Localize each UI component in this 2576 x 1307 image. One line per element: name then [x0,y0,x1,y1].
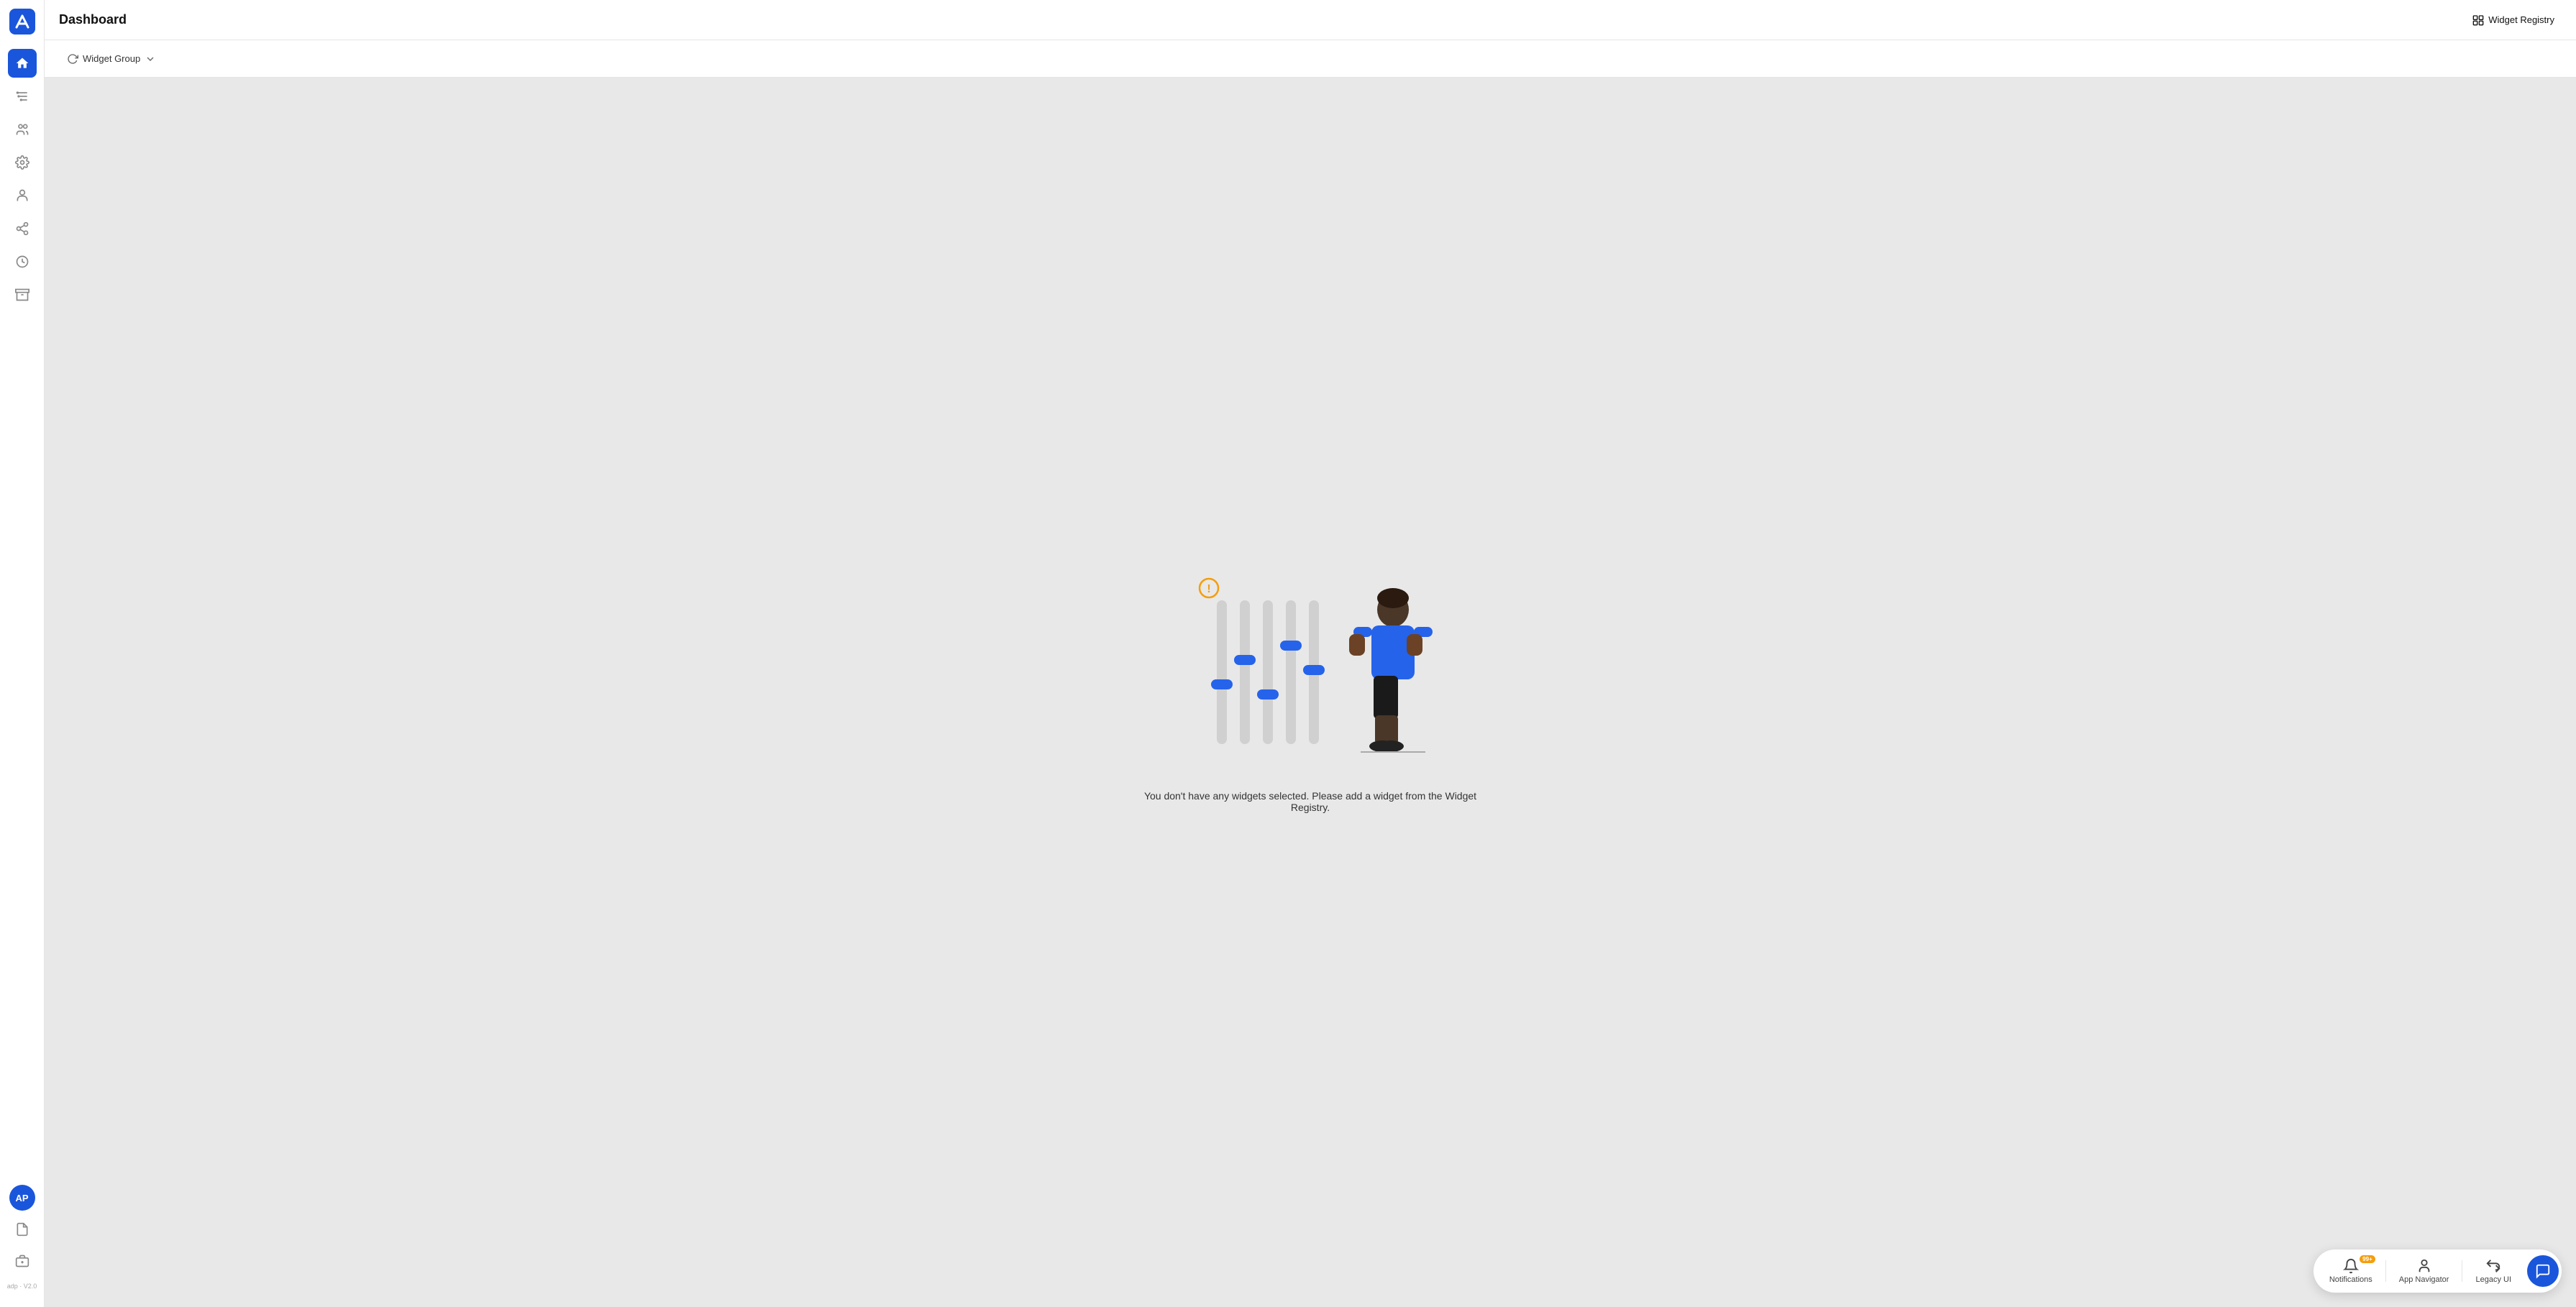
sidebar: AP adp · V2.0 [0,0,45,1307]
sidebar-item-archive[interactable] [8,280,37,309]
chat-icon [2535,1263,2551,1279]
empty-illustration: ! [1188,572,1433,773]
slider-3 [1263,600,1273,744]
slider-5-thumb [1303,665,1325,675]
legacy-ui-label: Legacy UI [2475,1275,2511,1284]
sidebar-item-doc[interactable] [8,1216,37,1242]
sidebar-item-settings[interactable] [8,148,37,177]
svg-text:!: ! [1207,583,1210,595]
arrows-icon [2485,1258,2501,1274]
slider-2-thumb [1234,655,1256,665]
sidebar-item-history[interactable] [8,247,37,276]
notifications-label: Notifications [2329,1275,2372,1284]
avatar[interactable]: AP [9,1185,35,1211]
bottom-bar: 99+ Notifications App Navigator Legacy U… [2314,1249,2562,1293]
warning-icon: ! [1198,577,1220,602]
sidebar-item-share[interactable] [8,214,37,243]
toolbar: Widget Group [45,40,2576,78]
bottom-bar-legacy-ui[interactable]: Legacy UI [2462,1254,2524,1288]
slider-4 [1286,600,1296,744]
chevron-down-icon [145,53,156,65]
version-label: adp · V2.0 [7,1280,37,1293]
app-logo[interactable] [9,9,35,35]
sidebar-item-users[interactable] [8,115,37,144]
sidebar-item-badge[interactable] [8,1248,37,1274]
app-navigator-label: App Navigator [2399,1275,2449,1284]
main-content: Dashboard Widget Registry Widget Group ! [45,0,2576,1307]
slider-3-thumb [1257,689,1279,700]
sidebar-nav [8,49,37,1185]
widget-group-label: Widget Group [83,53,140,64]
sidebar-item-person[interactable] [8,181,37,210]
bottom-bar-app-navigator[interactable]: App Navigator [2386,1254,2462,1288]
sliders-group [1217,586,1319,744]
content-area: ! [45,78,2576,1307]
slider-1-thumb [1211,679,1233,689]
header: Dashboard Widget Registry [45,0,2576,40]
page-title: Dashboard [59,12,127,27]
bottom-bar-notifications[interactable]: 99+ Notifications [2316,1254,2385,1288]
widget-group-button[interactable]: Widget Group [59,48,164,70]
widget-registry-label: Widget Registry [2488,14,2554,25]
sidebar-item-filter[interactable] [8,82,37,111]
empty-state-message: You don't have any widgets selected. Ple… [1131,790,1490,813]
widget-registry-icon [2472,14,2484,26]
person-nav-icon [2416,1258,2432,1274]
slider-5 [1309,600,1319,744]
slider-1 [1217,600,1227,744]
sidebar-bottom: AP adp · V2.0 [7,1185,37,1298]
widget-registry-button[interactable]: Widget Registry [2465,10,2562,30]
bell-icon [2343,1258,2359,1274]
notification-badge: 99+ [2360,1255,2375,1263]
refresh-icon [67,53,78,65]
person-figure [1339,582,1433,773]
slider-4-thumb [1280,641,1302,651]
chat-button[interactable] [2527,1255,2559,1287]
sidebar-item-home[interactable] [8,49,37,78]
slider-2 [1240,600,1250,744]
